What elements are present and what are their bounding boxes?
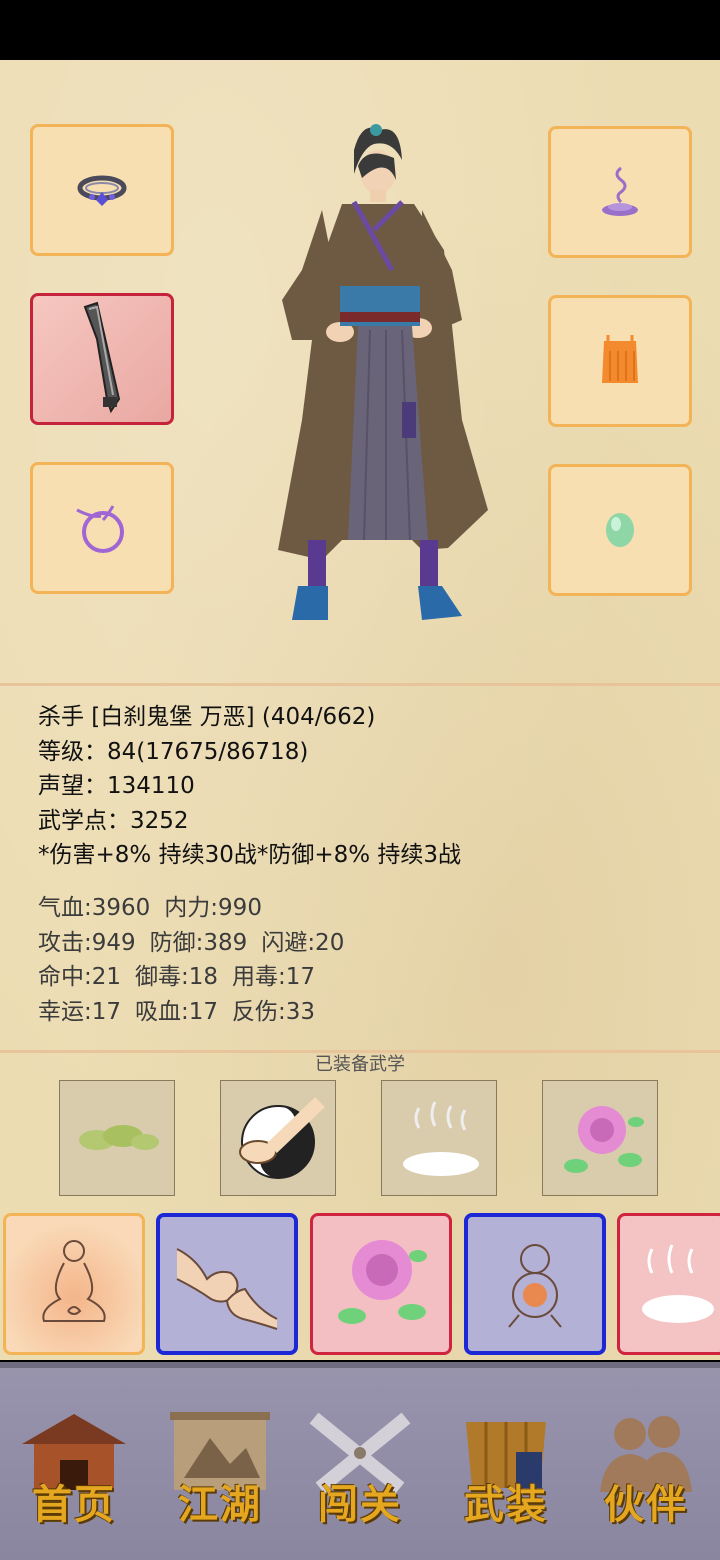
stat-reflect: 反伤:33 xyxy=(232,998,316,1025)
mist-icon xyxy=(403,1101,479,1176)
stat-poison: 用毒:17 xyxy=(232,964,316,991)
equip-slot-weapon[interactable] xyxy=(30,293,174,425)
broadsword-icon xyxy=(83,301,121,414)
rose-icon xyxy=(338,1240,427,1324)
ring-icon xyxy=(77,175,127,206)
mist-icon xyxy=(642,1244,714,1323)
stats-row: 幸运:17 吸血:17 反伤:33 xyxy=(38,995,678,1030)
section-divider xyxy=(0,683,720,686)
equipped-skill-slot[interactable] xyxy=(220,1080,336,1196)
skill-card-meditation[interactable] xyxy=(3,1213,145,1355)
equip-slot-jade[interactable] xyxy=(548,464,692,596)
skill-card-gourd[interactable] xyxy=(464,1213,606,1355)
equip-slot-incense[interactable] xyxy=(548,126,692,258)
nav-chuangguan-label: 闯关 xyxy=(318,1481,402,1528)
bottom-nav: 首页 江湖 闯关 武装 伙伴 xyxy=(0,1362,720,1560)
equipped-skill-slot[interactable] xyxy=(381,1080,497,1196)
stat-luck: 幸运:17 xyxy=(38,998,122,1025)
nav-home[interactable]: 首页 xyxy=(14,1408,134,1538)
stat-lifesteal: 吸血:17 xyxy=(135,998,219,1025)
nav-jianghu[interactable]: 江湖 xyxy=(160,1408,280,1538)
level-line: 等级：84(17675/86718) xyxy=(38,738,309,765)
nav-wuzhuang-label: 武装 xyxy=(464,1481,548,1528)
incense-icon xyxy=(602,166,638,216)
equipped-skill-slot[interactable] xyxy=(59,1080,175,1196)
nav-home-label: 首页 xyxy=(32,1481,116,1528)
buff-line: *伤害+8% 持续30战*防御+8% 持续3战 xyxy=(38,842,462,868)
nav-huoban[interactable]: 伙伴 xyxy=(586,1408,706,1538)
stat-hp: 气血:3960 xyxy=(38,895,151,921)
equipped-skills-label: 已装备武学 xyxy=(315,1054,405,1075)
skill-card-fist[interactable] xyxy=(156,1213,298,1355)
fist-icon xyxy=(176,1248,278,1330)
equipped-skill-slot[interactable] xyxy=(542,1080,658,1196)
stat-defense: 防御:389 xyxy=(149,929,248,956)
equip-slot-robe[interactable] xyxy=(548,295,692,427)
equip-slot-ring[interactable] xyxy=(30,124,174,256)
nav-chuangguan[interactable]: 闯关 xyxy=(300,1408,420,1538)
status-bar xyxy=(0,0,720,60)
rose-icon xyxy=(564,1106,644,1173)
jade-icon xyxy=(606,513,634,547)
nav-jianghu-label: 江湖 xyxy=(178,1481,262,1528)
stat-attack: 攻击:949 xyxy=(38,929,136,956)
gourd-icon xyxy=(508,1244,562,1328)
stats-block: 气血:3960 内力:990 攻击:949 防御:389 闪避:20 命中:21 御毒:… xyxy=(38,891,678,1029)
stat-poison-resist: 御毒:18 xyxy=(135,964,219,991)
meditation-icon xyxy=(42,1240,106,1322)
title-line: 杀手 [白刹鬼堡 万恶] (404/662) xyxy=(38,704,376,730)
equip-slot-bracelet[interactable] xyxy=(30,462,174,594)
robe-icon xyxy=(602,335,638,383)
character-portrait xyxy=(262,120,492,634)
nav-huoban-label: 伙伴 xyxy=(604,1481,688,1528)
stat-hit: 命中:21 xyxy=(38,964,122,991)
reputation-line: 声望：134110 xyxy=(38,773,195,799)
stats-row: 气血:3960 内力:990 xyxy=(38,891,678,926)
herb-cloud-icon xyxy=(79,1125,159,1150)
martial-points-line: 武学点：3252 xyxy=(38,807,189,834)
bracelet-icon xyxy=(76,505,124,553)
skill-card-mist[interactable] xyxy=(617,1213,720,1355)
stats-row: 命中:21 御毒:18 用毒:17 xyxy=(38,960,678,995)
character-info: 杀手 [白刹鬼堡 万恶] (404/662) 等级：84(17675/86718… xyxy=(38,700,678,873)
stats-row: 攻击:949 防御:389 闪避:20 xyxy=(38,926,678,961)
stat-dodge: 闪避:20 xyxy=(261,929,345,956)
skill-card-rose[interactable] xyxy=(310,1213,452,1355)
nav-wuzhuang[interactable]: 武装 xyxy=(446,1408,566,1538)
stat-mp: 内力:990 xyxy=(164,895,262,921)
yin-yang-fist-icon xyxy=(239,1096,325,1179)
